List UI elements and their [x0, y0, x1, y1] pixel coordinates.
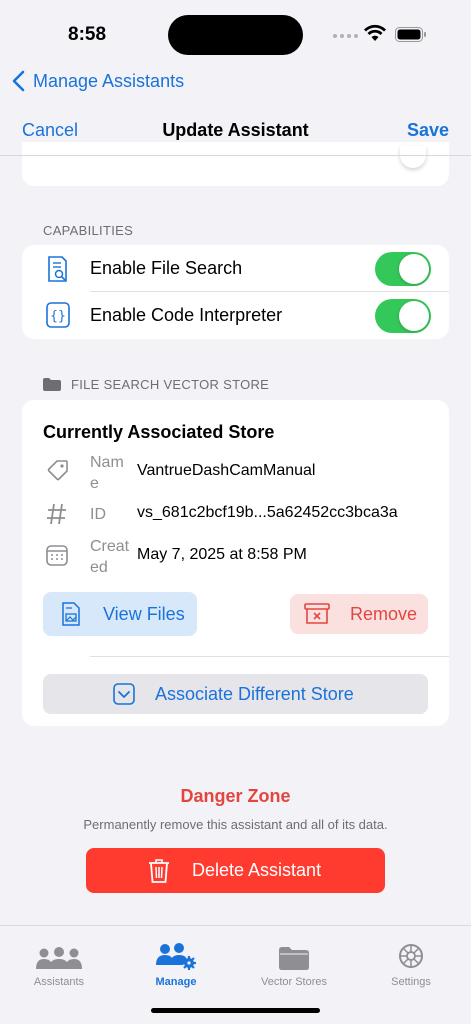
- delete-assistant-label: Delete Assistant: [192, 860, 322, 880]
- tab-vector-stores[interactable]: Vector Stores: [244, 940, 344, 988]
- svg-text:{}: {}: [50, 309, 66, 324]
- nav-divider: [0, 155, 471, 156]
- tab-assistants-label: Assistants: [33, 976, 85, 988]
- page-title: Update Assistant: [162, 120, 309, 140]
- scrolled-settings-card: [22, 142, 449, 186]
- gear-icon: [399, 944, 423, 968]
- home-indicator[interactable]: [151, 1008, 320, 1013]
- associate-store-label: Associate Different Store: [155, 683, 354, 704]
- vector-store-card: Currently Associated Store Name VantrueD…: [22, 400, 449, 726]
- file-search-row: Enable File Search: [22, 245, 449, 292]
- store-id-value: vs_681c2bcf19b...5a62452cc3bca3a: [137, 504, 398, 521]
- dynamic-island: [168, 15, 303, 55]
- trash-icon: [149, 858, 169, 883]
- store-title: Currently Associated Store: [43, 422, 275, 442]
- folder-icon: [279, 947, 309, 970]
- store-created-value: May 7, 2025 at 8:58 PM: [137, 546, 307, 563]
- hash-icon: [47, 503, 66, 525]
- toggle-knob-partial[interactable]: [400, 146, 426, 168]
- status-time: 8:58: [68, 24, 107, 45]
- tab-vector-stores-label: Vector Stores: [260, 976, 328, 988]
- associate-store-button[interactable]: Associate Different Store: [43, 674, 428, 714]
- vector-store-header-label: FILE SEARCH VECTOR STORE: [71, 377, 270, 392]
- doc-image-icon: [62, 602, 80, 626]
- view-files-button[interactable]: View Files: [43, 592, 197, 636]
- store-created-key: Created: [90, 538, 130, 576]
- people-gear-icon: [156, 943, 196, 970]
- code-interpreter-toggle[interactable]: [375, 298, 431, 333]
- store-name-value: VantrueDashCamManual: [137, 462, 316, 479]
- doc-search-icon: [48, 256, 67, 282]
- danger-zone-title: Danger Zone: [180, 786, 291, 806]
- delete-assistant-button[interactable]: Delete Assistant: [86, 848, 385, 893]
- tab-settings-label: Settings: [391, 976, 431, 988]
- file-search-toggle[interactable]: [375, 251, 431, 286]
- store-id-key: ID: [90, 506, 106, 523]
- view-files-label: View Files: [103, 603, 185, 624]
- back-button[interactable]: Manage Assistants: [12, 70, 184, 92]
- tab-manage[interactable]: Manage: [126, 940, 226, 988]
- danger-zone-description: Permanently remove this assistant and al…: [83, 817, 388, 832]
- vector-store-header: FILE SEARCH VECTOR STORE: [43, 377, 269, 392]
- remove-button[interactable]: Remove: [290, 594, 428, 634]
- archive-x-icon: [304, 603, 330, 624]
- tab-assistants[interactable]: Assistants: [9, 940, 109, 988]
- wifi-icon: [364, 24, 386, 41]
- people-icon: [36, 947, 82, 969]
- tag-icon: [47, 460, 68, 481]
- capabilities-header: CAPABILITIES: [43, 223, 134, 238]
- cellular-signal-icon: [333, 34, 358, 38]
- code-interpreter-label: Enable Code Interpreter: [90, 305, 283, 325]
- back-button-label: Manage Assistants: [33, 70, 185, 91]
- store-divider: [90, 656, 449, 657]
- tab-manage-label: Manage: [155, 976, 197, 988]
- capabilities-card: Enable File Search {} Enable Code Interp…: [22, 245, 449, 339]
- chevron-down-square-icon: [113, 683, 135, 705]
- store-name-key: Name: [90, 454, 124, 492]
- code-interpreter-row: {} Enable Code Interpreter: [22, 292, 449, 339]
- remove-label: Remove: [350, 603, 418, 624]
- battery-icon: [395, 27, 426, 42]
- folder-icon: [43, 378, 61, 391]
- chevron-left-icon: [12, 70, 25, 92]
- calendar-icon: [46, 545, 68, 566]
- save-button[interactable]: Save: [407, 120, 449, 141]
- status-bar: 8:58: [0, 0, 471, 64]
- file-search-label: Enable File Search: [90, 258, 243, 278]
- tab-settings[interactable]: Settings: [361, 940, 461, 988]
- braces-icon: {}: [46, 302, 70, 328]
